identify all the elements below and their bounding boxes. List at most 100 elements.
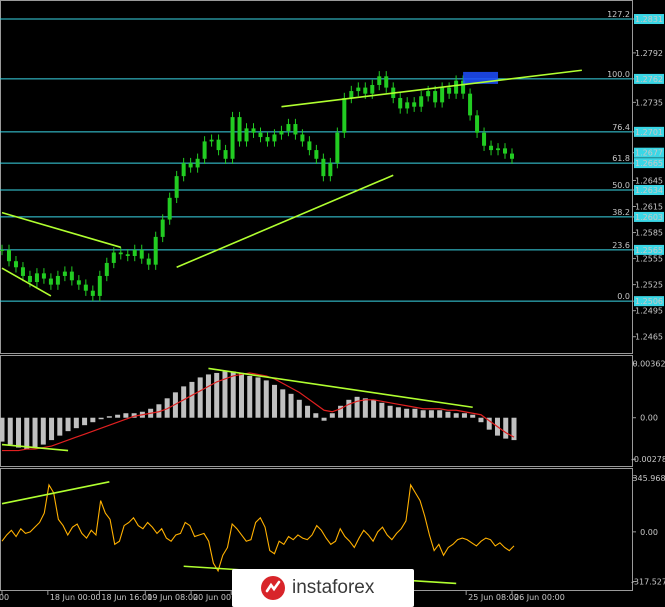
osc-ytick-label: -317.527 <box>631 577 665 586</box>
fib-level-label: 0.0 <box>617 292 630 301</box>
price-candle-body <box>111 252 116 263</box>
x-tick-label: 18 Jun 16:00 <box>101 593 152 602</box>
price-ytick-label: 1.2665 <box>635 159 663 168</box>
price-ytick-label: 1.2645 <box>635 176 663 185</box>
macd-histogram-bar <box>478 417 484 423</box>
macd-histogram-bar <box>214 372 220 418</box>
price-candle-body <box>76 280 81 285</box>
price-candle-body <box>251 128 256 133</box>
price-candle-body <box>20 267 25 276</box>
price-candle-body <box>13 261 18 268</box>
macd-histogram-bar <box>230 371 236 418</box>
macd-histogram-bar <box>296 399 302 418</box>
macd-ytick-label: 0.00362 <box>632 360 665 369</box>
fib-level-label: 23.6 <box>612 241 630 250</box>
macd-histogram-bar <box>181 386 187 418</box>
macd-histogram-bar <box>420 410 426 418</box>
fib-level-label: 100.0 <box>607 70 630 79</box>
price-ytick-label: 1.2677 <box>635 149 663 158</box>
macd-ytick-label: 0.00 <box>640 414 658 423</box>
macd-histogram-bar <box>329 413 335 418</box>
price-candle-body <box>153 236 158 265</box>
macd-histogram-bar <box>371 399 377 418</box>
price-candle-body <box>0 249 4 251</box>
price-ytick-label: 1.2585 <box>635 229 663 238</box>
price-candle-body <box>405 102 410 109</box>
chart-canvas: 127.2 100.0 76.4 61.8 50.0 38.2 23.6 0.0 1.2831 1… <box>0 0 665 602</box>
macd-histogram-bar <box>73 417 79 429</box>
macd-histogram-bar <box>90 417 96 423</box>
price-candle-body <box>90 290 95 296</box>
macd-histogram-bar <box>197 377 203 418</box>
macd-histogram-bar <box>82 417 88 426</box>
macd-histogram-bar <box>354 396 360 418</box>
price-candle-body <box>174 176 179 198</box>
price-candle-body <box>349 91 354 99</box>
macd-histogram-bar <box>238 372 244 418</box>
price-candle-body <box>258 132 263 138</box>
price-candle-body <box>62 271 67 276</box>
price-candle-body <box>34 273 39 283</box>
oscillator-trendline <box>1 481 110 505</box>
macd-histogram-bar <box>0 417 5 442</box>
price-candle-body <box>363 87 368 94</box>
price-candle-body <box>447 87 452 94</box>
price-candle-body <box>300 134 305 142</box>
price-ytick-label: 1.2506 <box>635 297 663 306</box>
price-trendline <box>281 69 582 108</box>
price-candle-body <box>48 278 53 285</box>
macd-histogram-bar <box>461 413 467 418</box>
price-candle-body <box>244 128 249 142</box>
price-ytick-label: 1.2603 <box>635 213 663 222</box>
price-candle-body <box>503 148 508 154</box>
price-candle-body <box>286 124 291 131</box>
price-ytick-label: 1.2565 <box>635 246 663 255</box>
price-candle-body <box>279 130 284 135</box>
price-candle-body <box>468 93 473 116</box>
price-candle-body <box>307 141 312 151</box>
price-candle-body <box>293 124 298 135</box>
macd-histogram-bar <box>205 374 211 418</box>
price-candle-body <box>433 91 438 103</box>
macd-histogram-bar <box>280 389 286 418</box>
macd-histogram-bar <box>346 399 352 418</box>
watermark-text: instaforex <box>292 577 375 598</box>
price-candle-body <box>321 158 326 177</box>
osc-ytick-label: 345.968 <box>632 474 665 483</box>
macd-ytick-label: -0.00278 <box>631 455 665 464</box>
macd-histogram-bar <box>453 413 459 418</box>
macd-histogram-bar <box>404 408 410 418</box>
price-candle-body <box>328 163 333 177</box>
macd-histogram-bar <box>379 402 385 418</box>
instaforex-logo-icon <box>261 576 285 600</box>
macd-histogram-bar <box>40 417 46 445</box>
x-tick-label: 18 Jun 00:00 <box>50 593 101 602</box>
price-candle-body <box>195 158 200 168</box>
price-candle-body <box>139 249 144 259</box>
price-candle-body <box>342 98 347 133</box>
price-candle-body <box>188 163 193 168</box>
price-ytick-label: 1.2792 <box>635 49 663 58</box>
price-candle-body <box>223 150 228 159</box>
macd-histogram-bar <box>445 411 451 418</box>
macd-histogram-bar <box>412 408 418 418</box>
price-ytick-label: 1.2735 <box>635 98 663 107</box>
macd-histogram-bar <box>321 417 327 421</box>
watermark-banner: instaforex <box>232 569 414 607</box>
x-tick-label: 00 <box>0 593 9 602</box>
price-candle-body <box>97 275 102 296</box>
price-candle-body <box>209 139 214 142</box>
fib-level-label: 61.8 <box>612 154 630 163</box>
price-trendline <box>1 211 121 249</box>
price-candle-body <box>237 117 242 142</box>
price-candle-body <box>272 134 277 142</box>
fib-level-label: 127.2 <box>607 10 630 19</box>
price-ytick-label: 1.2831 <box>635 15 663 24</box>
price-candle-body <box>412 102 417 107</box>
macd-histogram-bar <box>24 417 30 450</box>
price-candle-body <box>314 150 319 159</box>
macd-histogram-bar <box>32 417 38 448</box>
price-candle-body <box>475 115 480 133</box>
price-candle-body <box>167 197 172 220</box>
macd-histogram-bar <box>313 413 319 418</box>
